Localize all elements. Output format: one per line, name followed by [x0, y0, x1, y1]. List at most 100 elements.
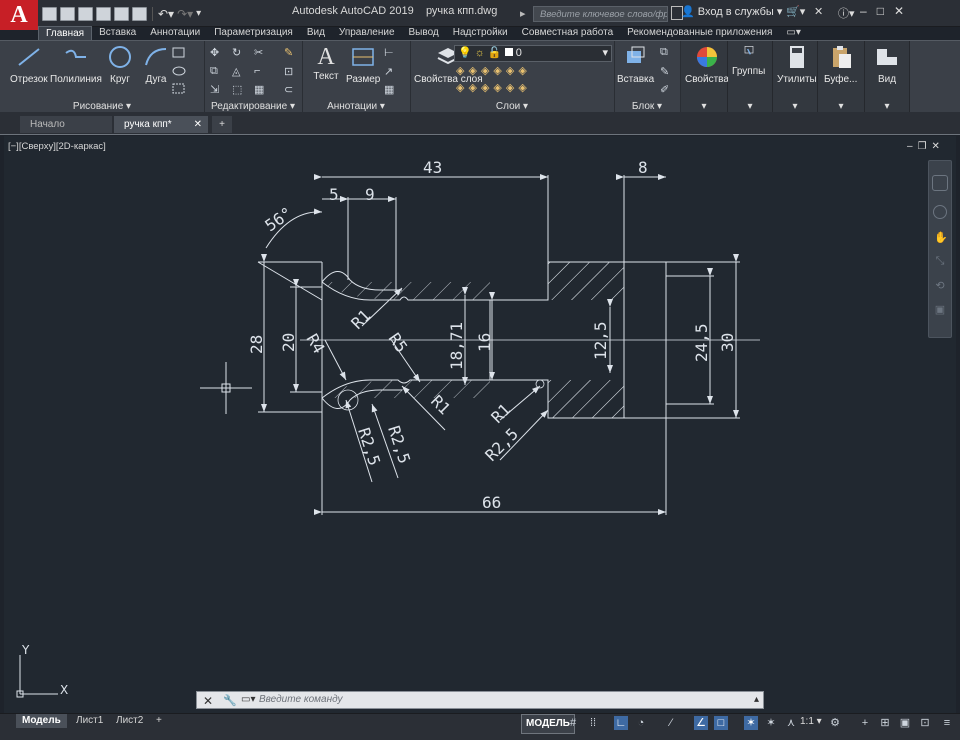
annotation-monitor-icon[interactable]: + [858, 716, 872, 730]
recent-commands-icon[interactable]: ▭▾ [241, 694, 255, 705]
draw-panel-label[interactable]: Рисование ▾ [0, 101, 204, 112]
insert-block-button[interactable]: Вставка [617, 45, 654, 85]
redo-icon[interactable]: ↷▾ [177, 7, 193, 21]
undo-icon[interactable]: ↶▾ [158, 7, 174, 21]
maximize-icon[interactable]: □ [877, 4, 884, 18]
stretch-icon[interactable]: ⇲ [210, 83, 224, 96]
layer-freeze-icon[interactable]: ◈ [493, 64, 501, 77]
add-layout-button[interactable]: + [150, 714, 168, 728]
scale-icon[interactable]: ⬚ [232, 83, 246, 96]
mirror-icon[interactable]: ◬ [232, 65, 246, 78]
erase-icon[interactable]: ✎ [284, 46, 298, 59]
block-panel-label[interactable]: Блок ▾ [614, 101, 680, 112]
ribbon-options-icon[interactable]: ▭▾ [779, 26, 807, 40]
annotation-visibility-icon[interactable]: ✶ [744, 716, 758, 730]
properties-button[interactable]: Свойства [685, 45, 729, 85]
layout-tab-model[interactable]: Модель [16, 714, 67, 728]
new-tab-button[interactable]: + [212, 116, 232, 133]
groups-expand-icon[interactable]: ▾ [728, 101, 772, 112]
signin-button[interactable]: 👤 Вход в службы ▾ [681, 5, 782, 18]
layer-off-icon[interactable]: ◈ [481, 64, 489, 77]
groups-panel[interactable]: Группы ▾ [728, 41, 773, 113]
ortho-icon[interactable]: ∟ [614, 716, 628, 730]
polyline-button[interactable]: Полилиния [50, 45, 102, 85]
edit-attributes-icon[interactable]: ✐ [660, 83, 674, 96]
properties-panel[interactable]: Свойства ▾ [681, 41, 729, 113]
table-icon[interactable]: ▦ [384, 83, 398, 96]
layer-dropdown[interactable]: 💡 ☼ 🔓 0 ▾ [454, 45, 612, 62]
view-button[interactable]: Вид [873, 45, 901, 85]
modify-panel-label[interactable]: Редактирование ▾ [204, 101, 302, 112]
tab-featured-apps[interactable]: Рекомендованные приложения [620, 26, 779, 40]
rotate-icon[interactable]: ↻ [232, 46, 246, 59]
tab-view[interactable]: Вид [300, 26, 332, 40]
tab-drawing[interactable]: ручка кпп* ✕ [114, 116, 208, 133]
clipboard-expand-icon[interactable]: ▾ [818, 101, 864, 112]
layout-tab-sheet2[interactable]: Лист2 [110, 714, 149, 728]
utilities-button[interactable]: Утилиты [777, 45, 817, 85]
tab-insert[interactable]: Вставка [92, 26, 143, 40]
layer-unisolate-icon[interactable]: ◈ [518, 64, 526, 77]
search-expand-icon[interactable]: ▸ [520, 7, 526, 20]
clean-screen-icon[interactable]: ⊡ [918, 716, 932, 730]
dimension-button[interactable]: Размер [346, 45, 380, 85]
properties-expand-icon[interactable]: ▾ [681, 101, 727, 112]
annotation-scale-icon[interactable]: ⋏ [784, 716, 798, 730]
edit-block-icon[interactable]: ✎ [660, 65, 674, 78]
layer-previous-icon[interactable]: ◈ [468, 81, 476, 94]
workspace-gear-icon[interactable]: ⚙ [828, 716, 842, 730]
layer-match-icon[interactable]: ◈ [468, 64, 476, 77]
cart-icon[interactable]: 🛒▾ [786, 5, 805, 18]
move-icon[interactable]: ✥ [210, 46, 224, 59]
application-menu-button[interactable]: A [0, 0, 38, 30]
auto-scale-icon[interactable]: ✶ [764, 716, 778, 730]
trim-icon[interactable]: ✂ [254, 46, 268, 59]
layer-unlock-icon[interactable]: ◈ [518, 81, 526, 94]
leader-icon[interactable]: ↗ [384, 65, 398, 78]
array-icon[interactable]: ▦ [254, 83, 268, 96]
offset-icon[interactable]: ⊂ [284, 83, 298, 96]
units-icon[interactable]: ⊞ [878, 716, 892, 730]
save-icon[interactable] [78, 6, 93, 21]
arc-button[interactable]: Дуга [142, 45, 170, 85]
view-panel[interactable]: Вид ▾ [865, 41, 910, 113]
tab-parametric[interactable]: Параметризация [207, 26, 300, 40]
annotation-panel-label[interactable]: Аннотации ▾ [302, 101, 410, 112]
layer-thaw-icon[interactable]: ◈ [506, 81, 514, 94]
save-as-icon[interactable] [96, 6, 111, 21]
close-tab-icon[interactable]: ✕ [194, 116, 202, 133]
help-icon[interactable]: ⓘ▾ [838, 5, 855, 21]
fillet-icon[interactable]: ⌐ [254, 65, 268, 77]
clipboard-button[interactable]: Буфе... [824, 45, 857, 85]
minimize-icon[interactable]: – [860, 4, 867, 18]
create-block-icon[interactable]: ⧉ [660, 46, 674, 58]
close-icon[interactable]: ✕ [203, 694, 213, 708]
snap-icon[interactable]: ⁞⁞ [586, 716, 600, 730]
grid-icon[interactable]: # [566, 716, 580, 730]
view-expand-icon[interactable]: ▾ [865, 101, 909, 112]
circle-button[interactable]: Круг [106, 45, 134, 85]
wrench-icon[interactable]: 🔧 [223, 694, 237, 707]
object-snap-tracking-icon[interactable]: ∠ [694, 716, 708, 730]
web-open-icon[interactable] [114, 6, 129, 21]
command-input[interactable]: Введите команду [259, 694, 343, 705]
ellipse-icon[interactable] [172, 65, 186, 77]
tab-manage[interactable]: Управление [332, 26, 402, 40]
utilities-panel[interactable]: Утилиты ▾ [773, 41, 818, 113]
qat-dropdown-icon[interactable]: ▾ [196, 8, 201, 19]
layer-walk-icon[interactable]: ◈ [481, 81, 489, 94]
layer-on-icon[interactable]: ◈ [493, 81, 501, 94]
tab-addins[interactable]: Надстройки [446, 26, 515, 40]
search-input[interactable]: Введите ключевое слово/фразу [533, 6, 668, 22]
layer-iso-icon[interactable]: ◈ [456, 64, 464, 77]
customization-icon[interactable]: ≡ [940, 716, 954, 730]
isodraft-icon[interactable]: ⁄ [664, 716, 678, 730]
utilities-expand-icon[interactable]: ▾ [773, 101, 817, 112]
exchange-icon[interactable]: ✕ [814, 5, 823, 18]
quick-properties-icon[interactable]: ▣ [898, 716, 912, 730]
tab-output[interactable]: Вывод [402, 26, 446, 40]
close-icon[interactable]: ✕ [894, 4, 904, 18]
layer-make-current-icon[interactable]: ◈ [456, 81, 464, 94]
clipboard-panel[interactable]: Буфе... ▾ [818, 41, 865, 113]
text-button[interactable]: A Текст [312, 45, 340, 82]
